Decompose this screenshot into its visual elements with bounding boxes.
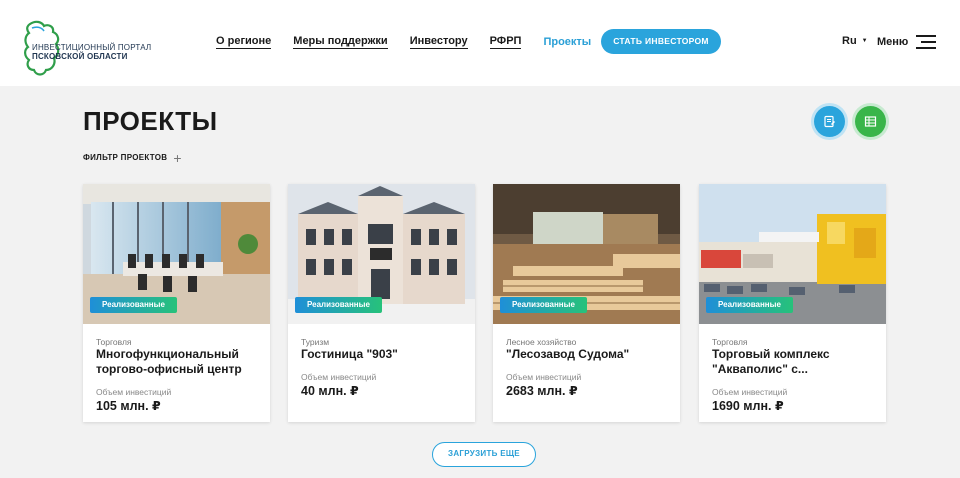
logo[interactable]: Инвестиционный портал Псковской области	[20, 20, 170, 78]
load-more-button[interactable]: ЗАГРУЗИТЬ ЕЩЕ	[432, 442, 536, 467]
investment-volume-label: Объем инвестиций	[301, 372, 377, 382]
nav-item-region[interactable]: О регионе	[216, 35, 272, 49]
logo-line1: Инвестиционный портал	[32, 43, 152, 52]
project-category: Торговля	[712, 337, 748, 347]
logo-line2: Псковской области	[32, 52, 128, 61]
investment-volume: 105 млн. ₽	[96, 399, 161, 413]
edit-document-icon	[824, 115, 835, 128]
project-category: Торговля	[96, 337, 132, 347]
project-photo: Реализованные	[493, 184, 680, 324]
project-category: Туризм	[301, 337, 330, 347]
investment-volume: 2683 млн. ₽	[506, 384, 578, 398]
project-card[interactable]: Реализованные Лесное хозяйство "Лесозаво…	[493, 184, 680, 422]
status-badge: Реализованные	[706, 297, 793, 313]
hamburger-icon	[916, 35, 937, 49]
nav-item-rfrp[interactable]: РФРП	[489, 35, 522, 49]
edit-document-button[interactable]	[814, 106, 845, 137]
nav-item-support[interactable]: Меры поддержки	[293, 35, 388, 49]
project-name: Гостиница "903"	[301, 347, 398, 361]
menu-button[interactable]: Меню	[877, 35, 937, 49]
status-badge: Реализованные	[90, 297, 177, 313]
main-nav: О регионе Меры поддержки Инвестору РФРП …	[216, 35, 613, 49]
project-card[interactable]: Реализованные Торговля Торговый комплекс…	[699, 184, 886, 422]
nav-item-projects[interactable]: Проекты	[543, 36, 591, 49]
project-category: Лесное хозяйство	[506, 337, 577, 347]
project-photo: Реализованные	[288, 184, 475, 324]
language-label: Ru	[842, 35, 857, 47]
spreadsheet-icon	[864, 116, 877, 127]
investment-volume-label: Объем инвестиций	[712, 387, 788, 397]
investment-volume: 1690 млн. ₽	[712, 399, 784, 413]
site-header: Инвестиционный портал Псковской области …	[0, 0, 960, 86]
project-card[interactable]: Реализованные Туризм Гостиница "903" Объ…	[288, 184, 475, 422]
spreadsheet-button[interactable]	[855, 106, 886, 137]
status-badge: Реализованные	[295, 297, 382, 313]
project-name: Многофункциональный торгово-офисный цент…	[96, 347, 242, 376]
investment-volume-label: Объем инвестиций	[506, 372, 582, 382]
menu-label: Меню	[877, 36, 909, 48]
page-title: ПРОЕКТЫ	[83, 106, 218, 136]
status-badge: Реализованные	[500, 297, 587, 313]
project-name: Торговый комплекс "Акваполис" с...	[712, 347, 830, 376]
language-selector[interactable]: Ru ▼	[842, 35, 868, 47]
become-investor-button[interactable]: СТАТЬ ИНВЕСТОРОМ	[601, 29, 721, 54]
project-name: "Лесозавод Судома"	[506, 347, 630, 361]
project-card[interactable]: Реализованные Торговля Многофункциональн…	[83, 184, 270, 422]
project-photo: Реализованные	[699, 184, 886, 324]
logo-text: Инвестиционный портал Псковской области	[32, 43, 151, 61]
filter-label: ФИЛЬТР ПРОЕКТОВ	[83, 153, 168, 162]
plus-icon: +	[173, 149, 182, 166]
project-photo: Реализованные	[83, 184, 270, 324]
nav-item-investor[interactable]: Инвестору	[409, 35, 468, 49]
investment-volume: 40 млн. ₽	[301, 384, 359, 398]
project-filter-toggle[interactable]: ФИЛЬТР ПРОЕКТОВ +	[83, 149, 182, 166]
caret-down-icon: ▼	[861, 38, 868, 44]
investment-volume-label: Объем инвестиций	[96, 387, 172, 397]
